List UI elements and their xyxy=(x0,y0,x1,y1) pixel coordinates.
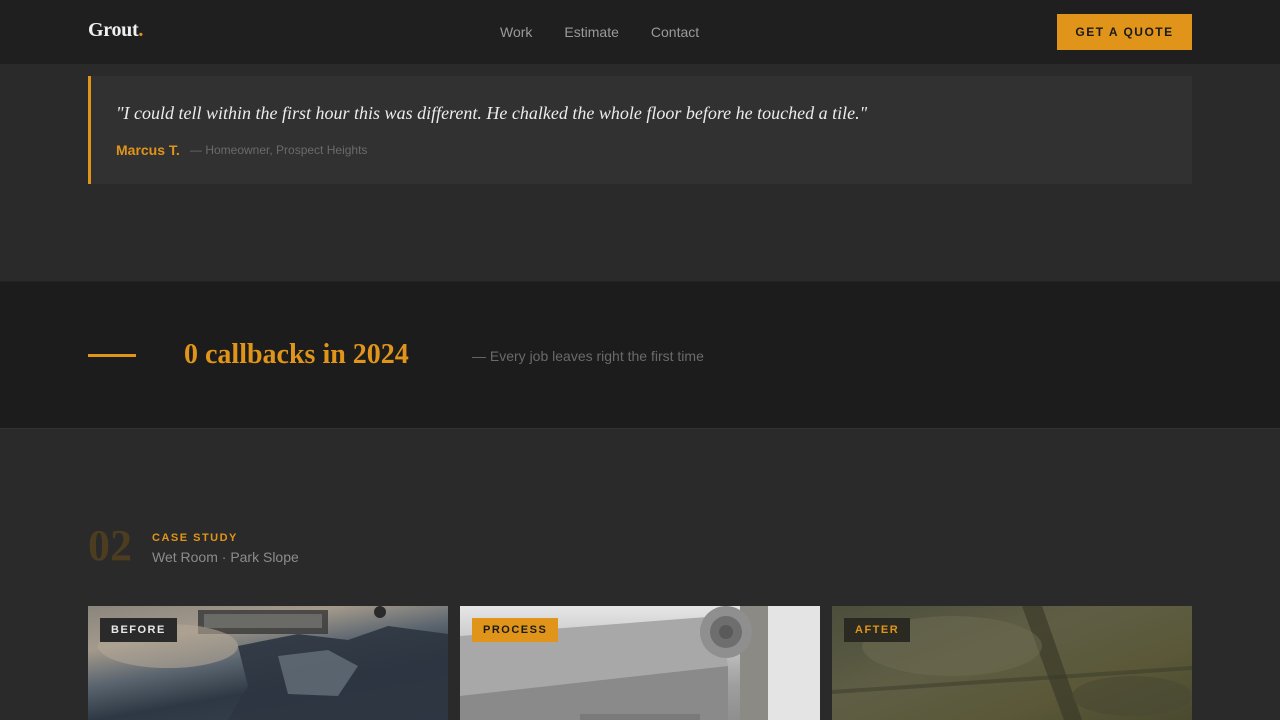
case-study-title: Wet Room · Park Slope xyxy=(152,549,299,565)
case-study-number: 02 xyxy=(88,521,132,570)
process-badge: PROCESS xyxy=(472,618,559,642)
logo-text: Grout xyxy=(88,19,139,41)
get-a-quote-button[interactable]: GET A QUOTE xyxy=(1057,14,1192,50)
after-image[interactable]: AFTER xyxy=(832,606,1192,720)
testimonial-quote: "I could tell within the first hour this… xyxy=(116,103,868,123)
nav-link-work[interactable]: Work xyxy=(500,24,532,40)
before-badge: BEFORE xyxy=(100,618,177,642)
testimonial-role: — Homeowner, Prospect Heights xyxy=(190,143,368,157)
nav-link-contact[interactable]: Contact xyxy=(651,24,699,40)
after-badge: AFTER xyxy=(844,618,911,642)
main-nav: Work Estimate Contact xyxy=(500,24,699,40)
stat-note: — Every job leaves right the first time xyxy=(472,348,704,364)
case-study-label: CASE STUDY xyxy=(152,532,238,544)
logo[interactable]: Grout. xyxy=(88,19,143,42)
testimonial-author: Marcus T. xyxy=(116,142,180,158)
nav-link-estimate[interactable]: Estimate xyxy=(564,24,618,40)
stat-value: 0 callbacks in 2024 xyxy=(184,339,409,370)
site-header: Grout. Work Estimate Contact GET A QUOTE xyxy=(0,0,1280,64)
process-image[interactable]: PROCESS xyxy=(460,606,820,720)
accent-divider xyxy=(88,354,136,357)
before-image[interactable]: BEFORE xyxy=(88,606,448,720)
testimonial-card: "I could tell within the first hour this… xyxy=(88,76,1192,184)
stat-band: 0 callbacks in 2024 — Every job leaves r… xyxy=(0,281,1280,429)
logo-dot: . xyxy=(138,19,144,41)
